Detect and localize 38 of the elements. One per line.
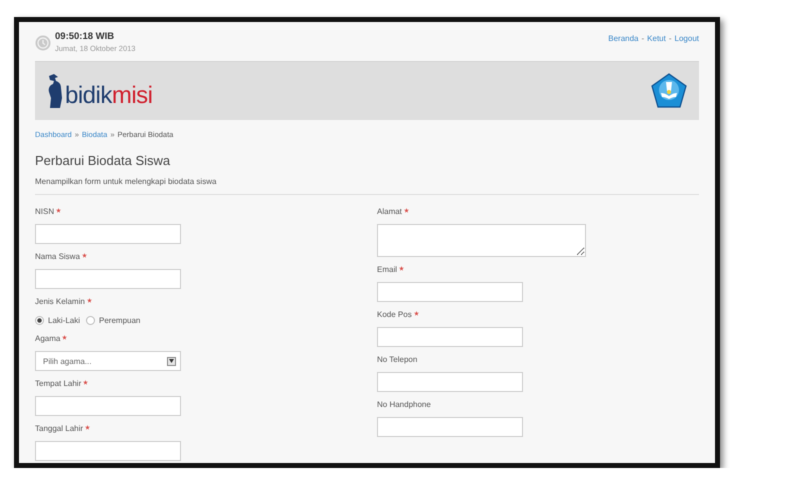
input-field[interactable] [377, 327, 523, 347]
page-title: Perbarui Biodata Siswa [35, 152, 172, 170]
radio-button[interactable] [86, 316, 96, 324]
pentagon-emblem-icon [651, 73, 687, 109]
clock-time: 09:50:18 WIB [55, 31, 116, 43]
input-field[interactable] [35, 396, 181, 416]
input-field[interactable] [377, 282, 523, 302]
nav-separator: - [642, 34, 644, 43]
select-field[interactable]: Pilih agama... [35, 351, 181, 371]
input-field[interactable] [35, 441, 181, 461]
field-label: Tempat Lahir [35, 378, 82, 390]
dropdown-caret-icon [167, 356, 176, 366]
field-label: Email [377, 264, 398, 276]
logo-wordmark: bidikmisi [65, 83, 153, 109]
field-label: Agama [35, 333, 60, 345]
field-label: Alamat [377, 206, 402, 218]
radio-button[interactable] [35, 316, 44, 324]
field-label: No Telepon [377, 354, 418, 366]
page-subtitle: Menampilkan form untuk melengkapi biodata siswa [35, 176, 218, 188]
input-field[interactable] [35, 224, 181, 244]
input-field[interactable] [377, 417, 523, 437]
input-field[interactable] [35, 269, 181, 289]
radio-label: Perempuan [99, 316, 140, 324]
nav-link[interactable]: Beranda [608, 34, 638, 43]
nav-link[interactable]: Logout [674, 34, 699, 43]
field-label: Kode Pos [377, 309, 412, 321]
field-label: Jenis Kelamin [35, 296, 85, 308]
input-field[interactable] [377, 372, 523, 392]
nav-separator: - [668, 34, 672, 43]
field-label: Tanggal Lahir [35, 423, 84, 435]
field-label: NISN [35, 206, 54, 218]
field-label: No Handphone [377, 399, 432, 411]
graduate-figure-icon [47, 73, 65, 109]
nav-link[interactable]: Ketut [647, 34, 666, 43]
field-label: Nama Siswa [35, 251, 80, 263]
clock-icon [35, 34, 51, 50]
text-area[interactable] [377, 224, 586, 257]
radio-label: Laki-Laki [48, 316, 80, 324]
